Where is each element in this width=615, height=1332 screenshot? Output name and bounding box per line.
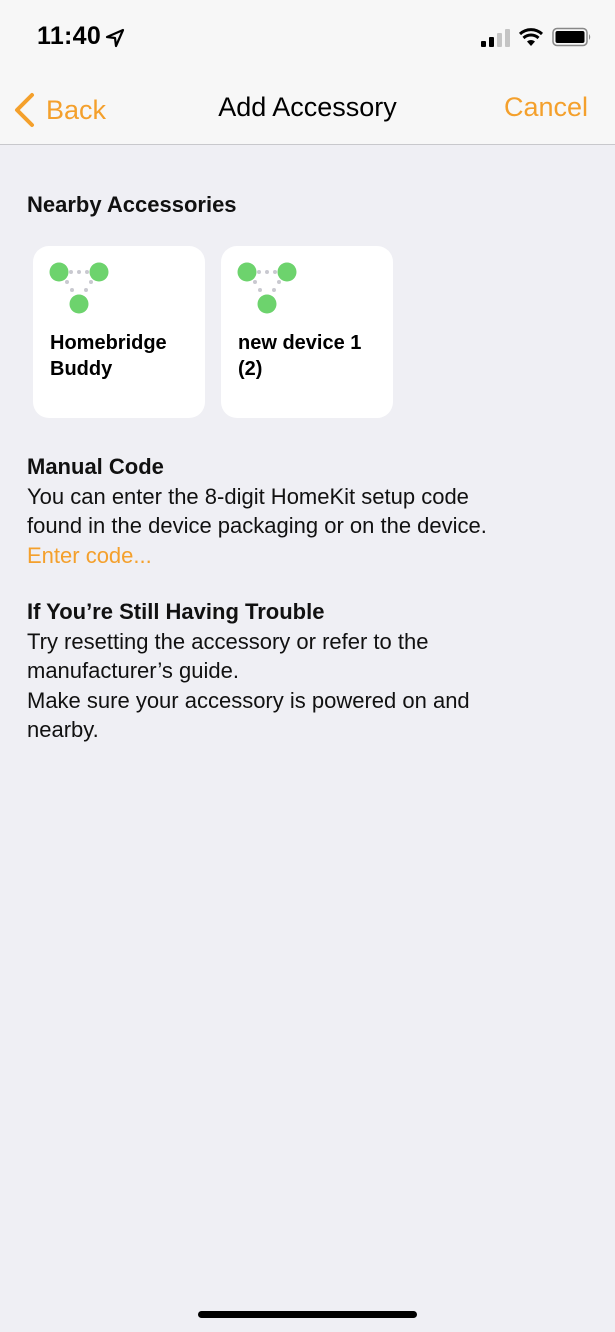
enter-code-link[interactable]: Enter code... xyxy=(27,541,597,571)
wifi-icon xyxy=(518,28,544,46)
accessory-name-line: new device 1 xyxy=(238,332,362,354)
accessory-name: new device 1 (2) xyxy=(238,330,381,382)
accessory-tile-new-device[interactable]: new device 1 (2) xyxy=(221,246,393,418)
homekit-bridge-icon xyxy=(49,262,109,314)
trouble-text: manufacturer’s guide. xyxy=(27,658,239,683)
manual-code-text: You can enter the 8-digit HomeKit setup … xyxy=(27,483,469,509)
trouble-text: Make sure your accessory is powered on a… xyxy=(27,687,470,713)
status-bar: 11:40 xyxy=(0,0,615,80)
cancel-button[interactable]: Cancel xyxy=(504,92,588,123)
cellular-signal-icon xyxy=(481,29,510,47)
location-arrow-icon xyxy=(105,28,125,48)
accessory-name-line: Buddy xyxy=(50,358,113,380)
trouble-title: If You’re Still Having Trouble xyxy=(27,599,325,624)
manual-code-section: Manual Code You can enter the 8-digit Ho… xyxy=(27,452,597,570)
manual-code-text: found in the device packaging or on the … xyxy=(27,513,487,538)
accessory-name: Homebridge Buddy xyxy=(50,330,193,382)
nearby-accessories-title: Nearby Accessories xyxy=(27,192,237,217)
navigation-bar: Back Add Accessory Cancel xyxy=(0,80,615,145)
accessory-name-line: Homebridge xyxy=(50,332,167,354)
trouble-text: nearby. xyxy=(27,717,99,742)
homekit-bridge-icon xyxy=(237,262,297,314)
status-time: 11:40 xyxy=(37,22,102,50)
manual-code-title: Manual Code xyxy=(27,454,164,479)
trouble-section: If You’re Still Having Trouble Try reset… xyxy=(27,597,597,745)
trouble-text: Try resetting the accessory or refer to … xyxy=(27,628,429,654)
battery-icon xyxy=(552,27,591,47)
accessory-name-line: (2) xyxy=(238,358,263,380)
accessory-tile-homebridge-buddy[interactable]: Homebridge Buddy xyxy=(33,246,205,418)
home-indicator[interactable] xyxy=(198,1311,417,1318)
